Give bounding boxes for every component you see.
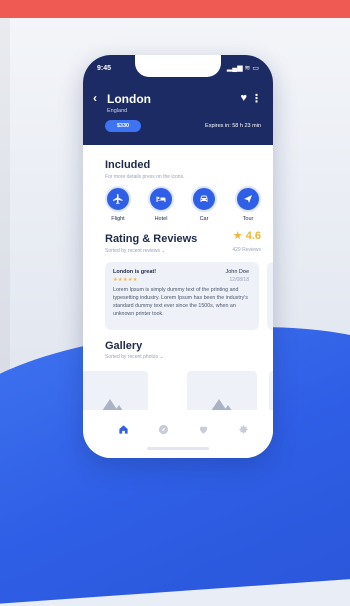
included-label: Car — [199, 216, 209, 222]
included-item-flight[interactable]: Flight — [101, 186, 135, 222]
chevron-down-icon: ⌄ — [161, 248, 166, 254]
review-card[interactable]: London is great! John Doe ★★★★★ 12/08/18… — [105, 262, 259, 330]
gallery-title: Gallery — [105, 340, 143, 352]
expires-text: Expires in: 58 h 23 min — [205, 123, 261, 129]
home-icon — [118, 424, 128, 434]
review-body: Lorem Ipsum is simply dummy text of the … — [113, 287, 248, 317]
more-button[interactable]: ⋮ — [251, 92, 262, 105]
included-item-car[interactable]: Car — [187, 186, 221, 222]
page-title: London — [107, 92, 151, 106]
included-label: Flight — [111, 216, 125, 222]
top-band — [0, 0, 350, 18]
tour-icon — [235, 186, 261, 212]
included-label: Tour — [242, 216, 254, 222]
review-title: London is great! — [113, 269, 157, 275]
wifi-icon: ≋ — [244, 65, 251, 72]
compass-icon — [158, 424, 168, 434]
heart-icon — [199, 426, 207, 434]
included-subtitle: For more details press on the icons. — [105, 174, 185, 180]
ratings-sort[interactable]: Sorted by recent reviews ⌄ — [105, 248, 166, 254]
included-item-hotel[interactable]: Hotel — [144, 186, 178, 222]
review-stars: ★★★★★ — [113, 277, 138, 283]
phone-notch — [135, 55, 221, 77]
page-subtitle: England — [107, 108, 128, 114]
tab-home[interactable] — [114, 420, 132, 438]
rating-score: ★ 4.6 — [232, 230, 261, 242]
review-author: John Doe — [225, 269, 249, 275]
gear-icon — [238, 424, 248, 434]
tab-bar — [83, 410, 273, 458]
back-button[interactable]: ‹ — [93, 91, 97, 105]
car-icon — [191, 186, 217, 212]
price-badge[interactable]: $330 — [105, 120, 141, 132]
included-icons: Flight Hotel Car Tour — [101, 186, 265, 226]
included-title: Included — [105, 159, 151, 171]
favorite-button[interactable]: ♥ — [240, 92, 247, 104]
bed-icon — [148, 186, 174, 212]
included-label: Hotel — [154, 216, 168, 222]
header: 9:45 ▂▄▆ ≋ ▭ ‹ London England ♥ ⋮ $330 E… — [83, 55, 273, 145]
plane-icon — [105, 186, 131, 212]
home-indicator — [147, 447, 209, 450]
tab-favorites[interactable] — [194, 420, 212, 438]
included-item-tour[interactable]: Tour — [231, 186, 265, 222]
more-vertical-icon: ⋮ — [251, 93, 262, 105]
status-icons: ▂▄▆ ≋ ▭ — [227, 64, 259, 72]
next-review-card[interactable] — [267, 262, 273, 330]
phone-frame: 9:45 ▂▄▆ ≋ ▭ ‹ London England ♥ ⋮ $330 E… — [83, 55, 273, 458]
battery-icon: ▭ — [252, 65, 259, 72]
ratings-title: Rating & Reviews — [105, 233, 198, 245]
tab-explore[interactable] — [154, 420, 172, 438]
review-date: 12/08/18 — [229, 277, 249, 283]
tab-settings[interactable] — [234, 420, 252, 438]
heart-icon: ♥ — [240, 92, 247, 104]
chevron-down-icon: ⌄ — [159, 354, 164, 360]
signal-icon: ▂▄▆ — [226, 65, 243, 72]
status-time: 9:45 — [97, 65, 112, 72]
review-count: 429 Reviews — [232, 247, 261, 253]
gallery-sort[interactable]: Sorted by recent photos ⌄ — [105, 354, 164, 360]
